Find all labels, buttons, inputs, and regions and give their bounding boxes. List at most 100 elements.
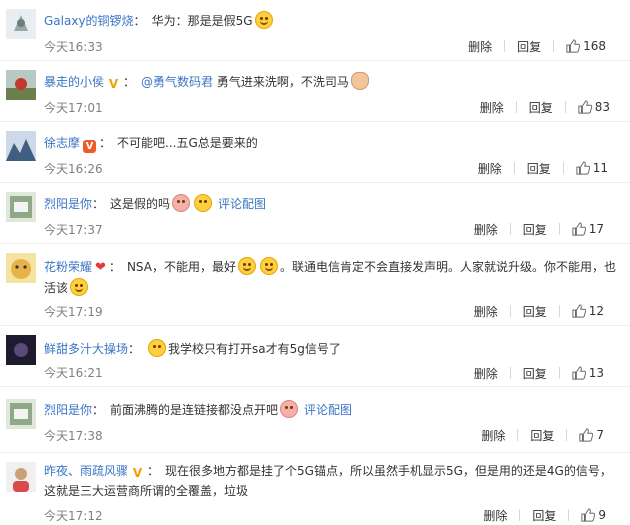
comment-text: 我学校只有打开sa才有5g信号了 xyxy=(168,342,341,356)
avatar[interactable] xyxy=(6,70,36,100)
comment-item: 花粉荣耀 ❤： NSA，不能用，最好 。联通电信肯定不会直接发声明。人家就说升级。你不… xyxy=(0,244,630,326)
like-button[interactable]: 12 xyxy=(572,304,604,318)
comment-time: 今天16:26 xyxy=(44,162,103,176)
delete-button[interactable]: 删除 xyxy=(474,365,498,382)
thumbs-up-icon xyxy=(572,366,586,380)
username-link[interactable]: 花粉荣耀 xyxy=(44,260,92,274)
like-button[interactable]: 7 xyxy=(579,428,604,442)
delete-button[interactable]: 删除 xyxy=(474,303,498,320)
divider xyxy=(509,305,511,317)
avatar[interactable] xyxy=(6,192,36,222)
thinking-emoji-icon xyxy=(194,194,213,212)
delete-button[interactable]: 删除 xyxy=(480,99,504,116)
delete-button[interactable]: 删除 xyxy=(468,38,492,55)
comment-item: 昨夜、雨疏风骤 V：现在很多地方都是挂了个5G锚点，所以虽然手机显示5G，但是用的… xyxy=(0,453,630,523)
thumbs-up-icon xyxy=(572,222,586,236)
thumbs-up-icon xyxy=(566,39,581,53)
like-count: 83 xyxy=(594,100,610,114)
comment-actions: 删除 回复 17 xyxy=(474,219,604,239)
heart-badge-icon: ❤ xyxy=(95,260,106,275)
reply-button[interactable]: 回复 xyxy=(532,507,556,524)
comment-text: NSA，不能用，最好 xyxy=(126,260,236,274)
comment-text-line: 烈阳是你： 前面沸腾的是连链接都没点开吧 评论配图 xyxy=(44,399,618,421)
comment-item: 徐志摩 V：不可能吧...五G总是要来的 今天16:26 删除 回复 11 xyxy=(0,122,630,183)
comment-time: 今天17:12 xyxy=(44,509,103,523)
reply-button[interactable]: 回复 xyxy=(527,160,551,177)
reply-button[interactable]: 回复 xyxy=(529,99,553,116)
username-link[interactable]: 徐志摩 xyxy=(44,136,80,150)
reply-button[interactable]: 回复 xyxy=(523,365,547,382)
comment-actions: 删除 回复 168 xyxy=(468,36,606,56)
mention-link[interactable]: @勇气数码君 xyxy=(141,75,213,89)
divider xyxy=(558,223,560,235)
avatar[interactable] xyxy=(6,131,36,161)
comment-time: 今天16:21 xyxy=(44,366,103,380)
delete-button[interactable]: 删除 xyxy=(483,507,507,524)
comment-actions: 删除 回复 11 xyxy=(478,158,608,178)
comment-actions: 删除 回复 7 xyxy=(481,425,604,445)
divider xyxy=(509,223,511,235)
delete-button[interactable]: 删除 xyxy=(481,427,505,444)
pig-emoji-icon xyxy=(280,400,299,418)
comment-item: 暴走的小侯 V： @勇气数码君 勇气进来洗啊，不洗司马 今天17:01 删除 回复 … xyxy=(0,61,630,122)
comment-text-line: 徐志摩 V：不可能吧...五G总是要来的 xyxy=(44,136,258,153)
like-button[interactable]: 83 xyxy=(578,100,610,114)
verified-v-icon: V xyxy=(108,77,119,91)
comment-text-line: 烈阳是你： 这是假的吗 评论配图 xyxy=(44,193,618,215)
delete-button[interactable]: 删除 xyxy=(478,160,502,177)
username-link[interactable]: 暴走的小侯 xyxy=(44,75,104,89)
grin-emoji-icon xyxy=(70,278,89,296)
like-count: 11 xyxy=(592,161,608,175)
comment-image-link[interactable]: 评论配图 xyxy=(218,197,266,211)
username-link[interactable]: Galaxy的铜锣烧 xyxy=(44,14,134,28)
comment-actions: 删除 回复 13 xyxy=(474,363,604,383)
like-count: 12 xyxy=(588,304,604,318)
username-link[interactable]: 烈阳是你 xyxy=(44,197,92,211)
like-button[interactable]: 11 xyxy=(576,161,608,175)
thumbs-up-icon xyxy=(572,304,586,318)
avatar[interactable] xyxy=(6,335,36,365)
smile-emoji-icon xyxy=(254,11,273,29)
comment-actions: 删除 回复 12 xyxy=(474,301,604,321)
reply-button[interactable]: 回复 xyxy=(523,221,547,238)
comment-image-link[interactable]: 评论配图 xyxy=(304,403,352,417)
divider xyxy=(517,429,519,441)
divider xyxy=(566,429,568,441)
like-count: 168 xyxy=(583,39,606,53)
divider xyxy=(568,509,570,521)
avatar[interactable] xyxy=(6,399,36,429)
like-button[interactable]: 168 xyxy=(566,39,606,53)
avatar[interactable] xyxy=(6,253,36,283)
username-link[interactable]: 昨夜、雨疏风骤 xyxy=(44,464,128,478)
divider xyxy=(564,101,566,113)
comment-time: 今天17:01 xyxy=(44,101,103,115)
username-link[interactable]: 烈阳是你 xyxy=(44,403,92,417)
comment-text-line: 花粉荣耀 ❤： NSA，不能用，最好 。联通电信肯定不会直接发声明。人家就说升级。你不… xyxy=(44,257,618,298)
comment-text: 前面沸腾的是连链接都没点开吧 xyxy=(110,403,279,417)
comment-time: 今天16:33 xyxy=(44,40,103,54)
comment-item: 烈阳是你： 这是假的吗 评论配图 今天17:37 删除 回复 17 xyxy=(0,183,630,244)
grin-emoji-icon xyxy=(259,257,278,275)
avatar[interactable] xyxy=(6,462,36,492)
divider xyxy=(519,509,521,521)
reply-button[interactable]: 回复 xyxy=(523,303,547,320)
divider xyxy=(515,101,517,113)
reply-button[interactable]: 回复 xyxy=(530,427,554,444)
divider xyxy=(562,162,564,174)
delete-button[interactable]: 删除 xyxy=(474,221,498,238)
grin-emoji-icon xyxy=(237,257,256,275)
divider xyxy=(558,305,560,317)
reply-button[interactable]: 回复 xyxy=(517,38,541,55)
like-count: 7 xyxy=(596,428,604,442)
username-link[interactable]: 鲜甜多汁大操场 xyxy=(44,342,128,356)
comment-text: 这是假的吗 xyxy=(110,197,171,211)
like-button[interactable]: 13 xyxy=(572,366,604,380)
vip-badge-icon: V xyxy=(83,140,97,153)
avatar[interactable] xyxy=(6,9,36,39)
like-count: 13 xyxy=(588,366,604,380)
comment-time: 今天17:19 xyxy=(44,305,103,319)
comment-text-line: 鲜甜多汁大操场： 我学校只有打开sa才有5g信号了 xyxy=(44,338,618,360)
comment-text-line: Galaxy的铜锣烧： 华为：那是是假5G xyxy=(44,10,618,32)
verified-v-icon: V xyxy=(132,466,143,480)
like-button[interactable]: 17 xyxy=(572,222,604,236)
